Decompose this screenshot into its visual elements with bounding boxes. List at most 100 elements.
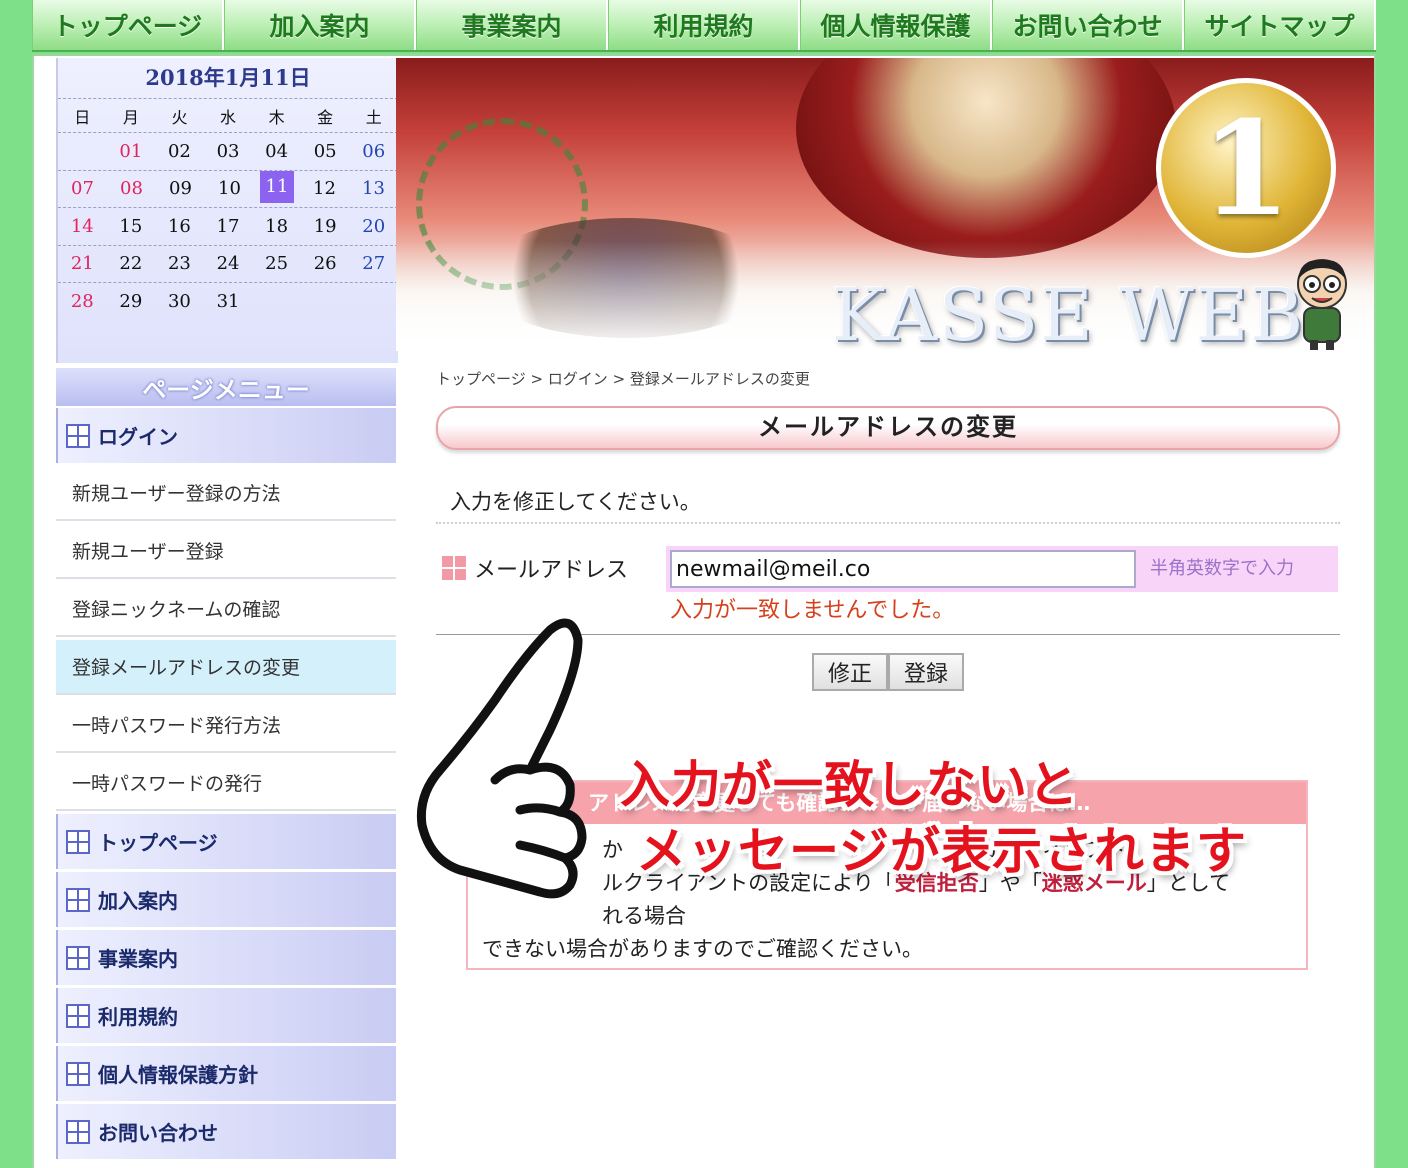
- calendar-day[interactable]: 30: [155, 283, 204, 320]
- menu-item-label: 加入案内: [98, 889, 178, 913]
- field-marker-icon: [442, 556, 466, 580]
- calendar-empty-cell: [252, 283, 301, 320]
- menu-section-item[interactable]: トップページ: [56, 814, 396, 869]
- nav-item[interactable]: 個人情報保護: [800, 0, 992, 50]
- calendar-day[interactable]: 19: [301, 208, 350, 245]
- top-navigation: トップページ 加入案内 事業案内 利用規約 個人情報保護 お問い合わせ サイトマップ: [32, 0, 1376, 52]
- calendar-empty-cell: [301, 283, 350, 320]
- calendar-grid: 日月火水木金土 01 02 03 04 05 06 07 08 09 10 11 12 13 14 15 16 1…: [58, 98, 398, 320]
- grid-square-icon: [66, 945, 90, 970]
- menu-sub-item[interactable]: 登録メールアドレスの変更: [56, 640, 396, 695]
- email-input[interactable]: [670, 550, 1136, 588]
- email-label-text: メールアドレス: [474, 558, 629, 583]
- calendar-day[interactable]: 03: [204, 133, 253, 170]
- nav-item[interactable]: 事業案内: [416, 0, 608, 50]
- calendar-day[interactable]: 16: [155, 208, 204, 245]
- menu-section-item[interactable]: 個人情報保護方針: [56, 1046, 396, 1101]
- calendar-day[interactable]: 23: [155, 246, 204, 283]
- menu-section-item[interactable]: 事業案内: [56, 930, 396, 985]
- calendar-empty-cell: [349, 283, 398, 320]
- calendar-day[interactable]: 26: [301, 246, 350, 283]
- calendar-day[interactable]: 10: [205, 171, 254, 208]
- fix-button[interactable]: 修正: [811, 653, 888, 691]
- grid-square-icon: [66, 1003, 90, 1028]
- calendar-day[interactable]: 11: [260, 170, 294, 203]
- nav-item[interactable]: トップページ: [32, 0, 224, 50]
- calendar-day[interactable]: 15: [107, 208, 156, 245]
- menu-item-label: 個人情報保護方針: [98, 1063, 258, 1087]
- notice-line: れる場合: [602, 904, 686, 928]
- calendar-day[interactable]: 27: [349, 246, 398, 283]
- main-frame: 2018年1月11日 日月火水木金土 01 02 03 04 05 06 07 08 09 10 11…: [32, 54, 1376, 1168]
- menu-item-label: お問い合わせ: [98, 1121, 218, 1145]
- site-logo[interactable]: KASSE WEB: [832, 273, 1305, 351]
- calendar-weekday: 水: [220, 107, 237, 127]
- menu-section-item[interactable]: ログイン: [56, 408, 396, 463]
- calendar-day[interactable]: 07: [58, 171, 107, 208]
- annotation-line: 入力が一致しないと: [620, 756, 1079, 814]
- calendar-day[interactable]: 13: [349, 171, 398, 208]
- calendar-weekday: 日: [74, 107, 91, 127]
- calendar-day[interactable]: 02: [155, 133, 204, 170]
- mascot-character: [1297, 259, 1347, 350]
- nav-item[interactable]: 加入案内: [224, 0, 416, 50]
- calendar-day[interactable]: 05: [301, 133, 350, 170]
- calendar-day[interactable]: 31: [204, 283, 253, 320]
- pointing-hand-icon: [416, 618, 587, 899]
- grid-square-icon: [66, 1119, 90, 1144]
- calendar-day[interactable]: 20: [349, 208, 398, 245]
- calendar-weekday: 月: [122, 107, 139, 127]
- number-one-medal: 1: [1156, 78, 1336, 258]
- calendar-day[interactable]: 08: [107, 171, 156, 208]
- calendar-day[interactable]: 06: [349, 133, 398, 170]
- header-banner: 1 KASSE WEB: [396, 58, 1374, 351]
- calendar-weekday: 土: [365, 107, 382, 127]
- menu-section-item[interactable]: 加入案内: [56, 872, 396, 927]
- notice-line: できない場合がありますのでご確認ください。: [482, 937, 923, 961]
- calendar-weekday-row: 日月火水木金土: [58, 98, 398, 132]
- page-title: メールアドレスの変更: [436, 406, 1340, 450]
- register-button[interactable]: 登録: [888, 653, 965, 691]
- calendar-day[interactable]: 17: [204, 208, 253, 245]
- calendar-day[interactable]: 01: [107, 133, 156, 170]
- menu-sub-item[interactable]: 一時パスワードの発行: [56, 756, 396, 811]
- calendar-week: 01 02 03 04 05 06: [58, 132, 398, 170]
- calendar-day[interactable]: 12: [300, 171, 349, 208]
- calendar-empty-cell: [58, 133, 107, 170]
- menu-sub-item[interactable]: 登録ニックネームの確認: [56, 582, 396, 637]
- nav-item[interactable]: サイトマップ: [1184, 0, 1376, 50]
- calendar-day[interactable]: 24: [204, 246, 253, 283]
- menu-item-label: 事業案内: [98, 947, 178, 971]
- menu-sub-item[interactable]: 一時パスワード発行方法: [56, 698, 396, 753]
- calendar-day[interactable]: 22: [107, 246, 156, 283]
- menu-sub-item[interactable]: 新規ユーザー登録の方法: [56, 466, 396, 521]
- banner-food-image: [796, 58, 1176, 258]
- grid-square-icon: [66, 887, 90, 912]
- breadcrumb[interactable]: トップページ > ログイン > 登録メールアドレスの変更: [436, 366, 1340, 392]
- menu-section-item[interactable]: お問い合わせ: [56, 1104, 396, 1159]
- calendar-weekday: 木: [268, 107, 285, 127]
- sidebar: 2018年1月11日 日月火水木金土 01 02 03 04 05 06 07 08 09 10 11…: [56, 58, 398, 1168]
- calendar-day[interactable]: 29: [107, 283, 156, 320]
- menu-sub-item[interactable]: 新規ユーザー登録: [56, 524, 396, 579]
- input-hint: 半角英数字で入力: [1150, 558, 1294, 579]
- email-field-label: メールアドレス: [442, 552, 628, 584]
- calendar-day[interactable]: 28: [58, 283, 107, 320]
- calendar-week: 14 15 16 17 18 19 20: [58, 207, 398, 245]
- calendar-week: 21 22 23 24 25 26 27: [58, 244, 398, 283]
- calendar-day[interactable]: 21: [58, 246, 107, 283]
- calendar-day[interactable]: 04: [252, 133, 301, 170]
- grid-square-icon: [66, 829, 90, 854]
- menu-item-label: ログイン: [98, 425, 178, 449]
- annotation-line: メッセージが表示されます: [636, 822, 1247, 880]
- calendar-day[interactable]: 14: [58, 208, 107, 245]
- calendar-weekday: 火: [171, 107, 188, 127]
- menu-section-item[interactable]: 利用規約: [56, 988, 396, 1043]
- nav-item[interactable]: 利用規約: [608, 0, 800, 50]
- calendar-day[interactable]: 25: [252, 246, 301, 283]
- menu-item-label: 利用規約: [98, 1005, 178, 1029]
- calendar: 2018年1月11日 日月火水木金土 01 02 03 04 05 06 07 08 09 10 11…: [56, 58, 398, 363]
- calendar-day[interactable]: 09: [156, 171, 205, 208]
- nav-item[interactable]: お問い合わせ: [992, 0, 1184, 50]
- calendar-day[interactable]: 18: [252, 208, 301, 245]
